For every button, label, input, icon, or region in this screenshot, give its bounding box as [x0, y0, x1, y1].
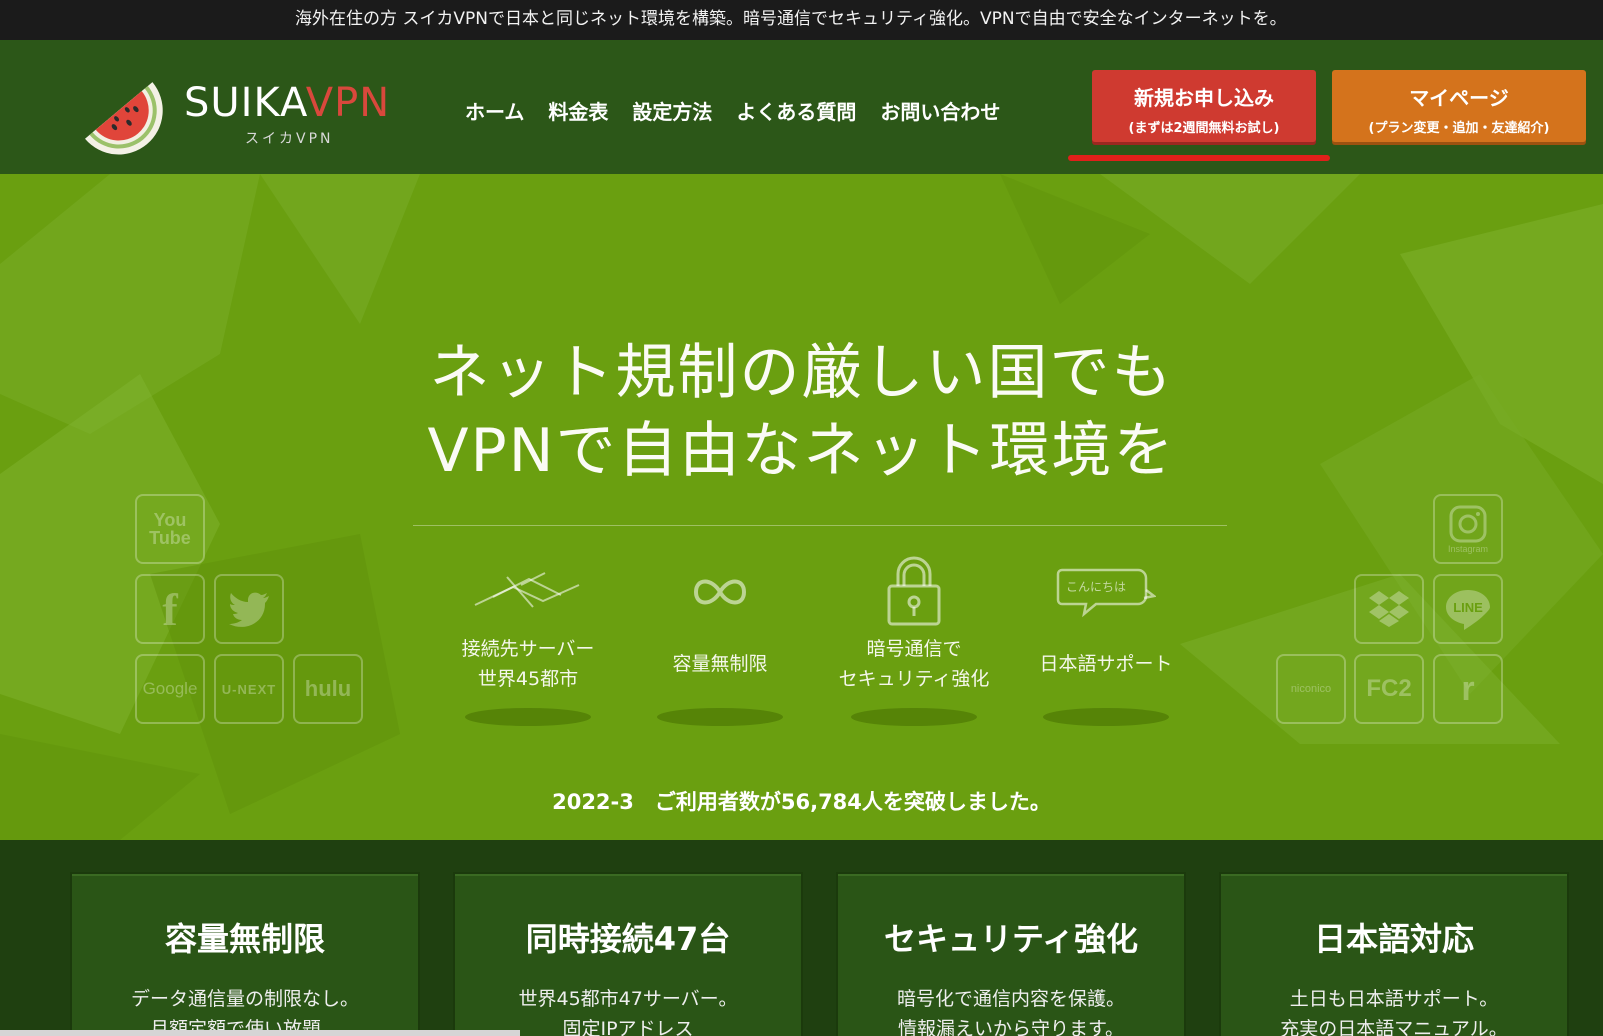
logo-wordmark: SUIKAVPN: [184, 80, 390, 126]
signup-button-label: 新規お申し込み: [1134, 86, 1274, 110]
feature-encryption: 暗号通信で セキュリティ強化: [824, 552, 1004, 726]
feature-japanese-support-line1: 日本語サポート: [1039, 653, 1173, 675]
card-security-line1: 暗号化で通信内容を保護。: [896, 988, 1125, 1010]
logo-subtitle: スイカVPN: [245, 131, 334, 147]
nav-home[interactable]: ホーム: [465, 96, 524, 125]
card-security: セキュリティ強化 暗号化で通信内容を保護。情報漏えいから守ります。: [836, 872, 1186, 1036]
card-japanese-line2: 充実の日本語マニュアル。: [1280, 1018, 1508, 1036]
card-connections-line2: 固定IPアドレス: [562, 1018, 694, 1036]
feature-servers-line1: 接続先サーバー: [461, 638, 595, 660]
lock-icon: [887, 556, 941, 626]
instagram-icon: Instagram: [1433, 494, 1503, 564]
user-count-notice: 2022-3 ご利用者数が56,784人を突破しました。: [552, 790, 1051, 814]
youtube-icon-text2: Tube: [149, 528, 191, 548]
radiko-icon-text: r: [1461, 669, 1475, 708]
feature-encryption-line2: セキュリティ強化: [838, 668, 990, 690]
logo-wordmark-suika: SUIKA: [184, 80, 306, 126]
feature-servers: 接続先サーバー 世界45都市: [438, 552, 618, 726]
card-security-line2: 情報漏えいから守ります。: [897, 1018, 1125, 1036]
card-connections-line1: 世界45都市47サーバー。: [518, 988, 738, 1010]
fc2-icon: FC2: [1354, 654, 1424, 724]
hero-divider: [413, 525, 1227, 526]
nav-pricing[interactable]: 料金表: [548, 96, 608, 125]
feature-unlimited: 容量無制限: [630, 552, 810, 726]
card-japanese-title: 日本語対応: [1313, 920, 1474, 958]
horizontal-scrollbar[interactable]: [0, 1030, 520, 1036]
youtube-icon: You Tube: [135, 494, 205, 564]
instagram-icon-text: Instagram: [1447, 544, 1489, 554]
watermelon-logo-icon: [85, 82, 163, 155]
main-nav: ホーム 料金表 設定方法 よくある質問 お問い合わせ: [465, 96, 1000, 125]
youtube-icon-text1: You: [153, 510, 187, 530]
facebook-icon-text: f: [162, 583, 178, 635]
card-unlimited-title: 容量無制限: [164, 920, 325, 958]
mypage-button-label: マイページ: [1409, 86, 1509, 110]
card-japanese: 日本語対応 土日も日本語サポート。充実の日本語マニュアル。: [1219, 872, 1569, 1036]
hero-headline: ネット規制の厳しい国でも VPNで自由なネット環境を: [0, 334, 1603, 490]
card-security-title: セキュリティ強化: [883, 920, 1139, 958]
network-icon: [474, 572, 580, 608]
card-connections-title: 同時接続47台: [525, 920, 731, 958]
feature-unlimited-line1: 容量無制限: [672, 653, 768, 675]
speech-bubble-text: こんにちは: [1066, 580, 1127, 594]
signup-button[interactable]: 新規お申し込み (まずは2週間無料お試し): [1092, 70, 1316, 142]
infinity-icon: [693, 579, 747, 605]
speech-bubble-icon: こんにちは: [1056, 566, 1156, 618]
hulu-icon-text: hulu: [304, 676, 352, 701]
card-japanese-line1: 土日も日本語サポート。: [1289, 988, 1499, 1010]
hero-headline-line1: ネット規制の厳しい国でも: [429, 338, 1174, 408]
features-cards-section: 容量無制限 データ通信量の制限なし。 月額定額で使い放題。 同時接続47台 世界4…: [0, 840, 1603, 1036]
hulu-icon: hulu: [293, 654, 363, 724]
hero-section: ネット規制の厳しい国でも VPNで自由なネット環境を 接続先サーバー 世界45都…: [0, 174, 1603, 840]
feature-servers-line2: 世界45都市: [477, 668, 579, 690]
feature-encryption-line1: 暗号通信で: [866, 638, 962, 660]
mypage-button[interactable]: マイページ (プラン変更・追加・友達紹介): [1332, 70, 1586, 142]
card-connections: 同時接続47台 世界45都市47サーバー。固定IPアドレス: [453, 872, 803, 1036]
signup-highlight-underline: [1068, 155, 1330, 161]
unext-icon-text: U-NEXT: [221, 681, 277, 697]
card-unlimited-line1: データ通信量の制限なし。: [130, 988, 359, 1010]
line-icon-text: LINE: [1453, 600, 1483, 615]
google-icon-text: Google: [142, 679, 198, 698]
radiko-icon: r: [1433, 654, 1503, 724]
line-icon: LINE: [1433, 574, 1503, 644]
logo-wordmark-vpn: VPN: [305, 80, 391, 126]
nav-contact[interactable]: お問い合わせ: [880, 96, 1000, 125]
signup-button-sublabel: (まずは2週間無料お試し): [1128, 121, 1280, 136]
twitter-icon: [214, 574, 284, 644]
logo[interactable]: SUIKAVPN スイカVPN: [70, 62, 390, 162]
google-icon: Google: [135, 654, 205, 724]
dropbox-icon: [1354, 574, 1424, 644]
mypage-button-sublabel: (プラン変更・追加・友達紹介): [1368, 121, 1550, 136]
fc2-icon-text: FC2: [1366, 675, 1412, 702]
site-header: SUIKAVPN スイカVPN ホーム 料金表 設定方法 よくある質問 お問い合…: [0, 40, 1603, 174]
hero-background-pattern: [0, 174, 1603, 840]
unext-icon: U-NEXT: [214, 654, 284, 724]
top-notice-bar: 海外在住の方 スイカVPNで日本と同じネット環境を構築。暗号通信でセキュリティ強…: [0, 0, 1603, 40]
niconico-icon-text: niconico: [1290, 683, 1332, 695]
niconico-icon: niconico: [1276, 654, 1346, 724]
hero-headline-line2: VPNで自由なネット環境を: [427, 416, 1176, 486]
nav-faq[interactable]: よくある質問: [736, 96, 856, 125]
facebook-icon: f: [135, 574, 205, 644]
card-unlimited: 容量無制限 データ通信量の制限なし。 月額定額で使い放題。: [70, 872, 420, 1036]
feature-japanese-support: こんにちは 日本語サポート: [1016, 552, 1196, 726]
nav-setup[interactable]: 設定方法: [632, 96, 712, 125]
